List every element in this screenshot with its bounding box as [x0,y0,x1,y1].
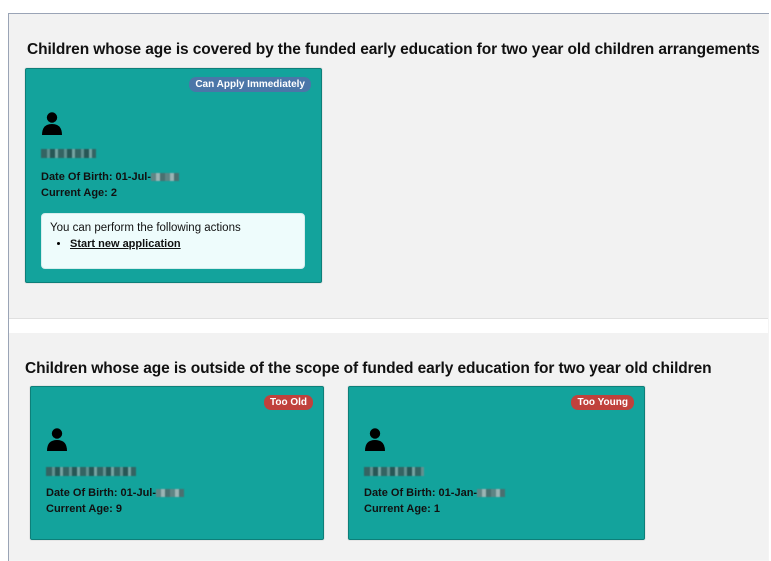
age-line: Current Age: 9 [46,503,122,515]
child-name-redacted [364,467,424,476]
start-new-application-link[interactable]: Start new application [70,238,181,250]
child-card-too-old: Too Old Date Of Birth: 01-Jul- Current A… [30,386,324,540]
dob-line: Date Of Birth: 01-Jan- [364,485,506,501]
age-line: Current Age: 2 [41,187,117,199]
child-name-redacted [41,149,96,158]
section-divider [9,318,768,334]
dob-line: Date Of Birth: 01-Jul- [41,169,180,185]
status-badge: Too Young [571,395,634,410]
dob-year-redacted [151,173,180,182]
child-card-eligible: Can Apply Immediately Date Of Birth: 01-… [25,68,322,283]
person-icon [42,112,62,135]
age-line: Current Age: 1 [364,503,440,515]
list-item: Start new application [70,236,181,252]
dob-line: Date Of Birth: 01-Jul- [46,485,185,501]
actions-box: You can perform the following actions St… [41,213,305,269]
eligible-heading: Children whose age is covered by the fun… [27,41,760,58]
ineligible-heading: Children whose age is outside of the sco… [25,360,712,377]
child-card-too-young: Too Young Date Of Birth: 01-Jan- Current… [348,386,645,540]
actions-intro: You can perform the following actions [50,222,241,234]
status-badge: Can Apply Immediately [189,77,311,92]
dob-year-redacted [156,489,185,498]
person-icon [47,428,67,451]
person-icon [365,428,385,451]
dob-year-redacted [477,489,506,498]
ineligible-section: Children whose age is outside of the sco… [9,333,768,560]
actions-list: Start new application [50,236,181,252]
status-badge: Too Old [263,395,313,410]
child-name-redacted [46,467,136,476]
eligible-section: Children whose age is covered by the fun… [9,14,768,318]
